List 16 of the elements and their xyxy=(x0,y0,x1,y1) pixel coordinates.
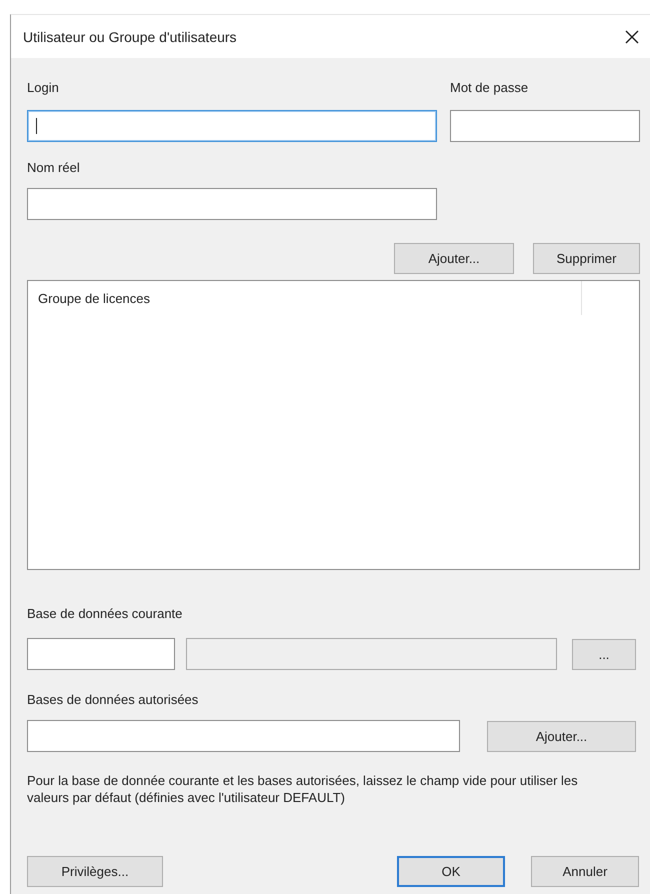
hint-text: Pour la base de donnée courante et les bases autorisées, laissez le champ vide pour utiliser les valeurs par défaut (définies avec l'utilisateur DEFAULT) xyxy=(27,772,579,806)
field-label: Bases de données autorisées xyxy=(27,692,200,708)
group-list[interactable]: Groupe de licences xyxy=(27,280,640,570)
add-button[interactable]: Ajouter... xyxy=(394,243,514,274)
column-header[interactable]: Groupe de licences xyxy=(28,281,582,315)
cancel-button[interactable]: Annuler xyxy=(531,856,639,887)
privileges-button[interactable]: Privilèges... xyxy=(27,856,163,887)
field-label: Nom réel xyxy=(27,160,81,176)
remove-button[interactable]: Supprimer xyxy=(533,243,640,274)
browse-button[interactable]: ... xyxy=(572,638,636,670)
add-button[interactable]: Ajouter... xyxy=(487,720,636,752)
field-label: Base de données courante xyxy=(27,606,184,622)
ok-button[interactable]: OK xyxy=(397,856,505,887)
window-title: Utilisateur ou Groupe d'utilisateurs xyxy=(23,28,237,44)
field-label: Login xyxy=(27,80,59,96)
field-label: Mot de passe xyxy=(450,80,530,96)
